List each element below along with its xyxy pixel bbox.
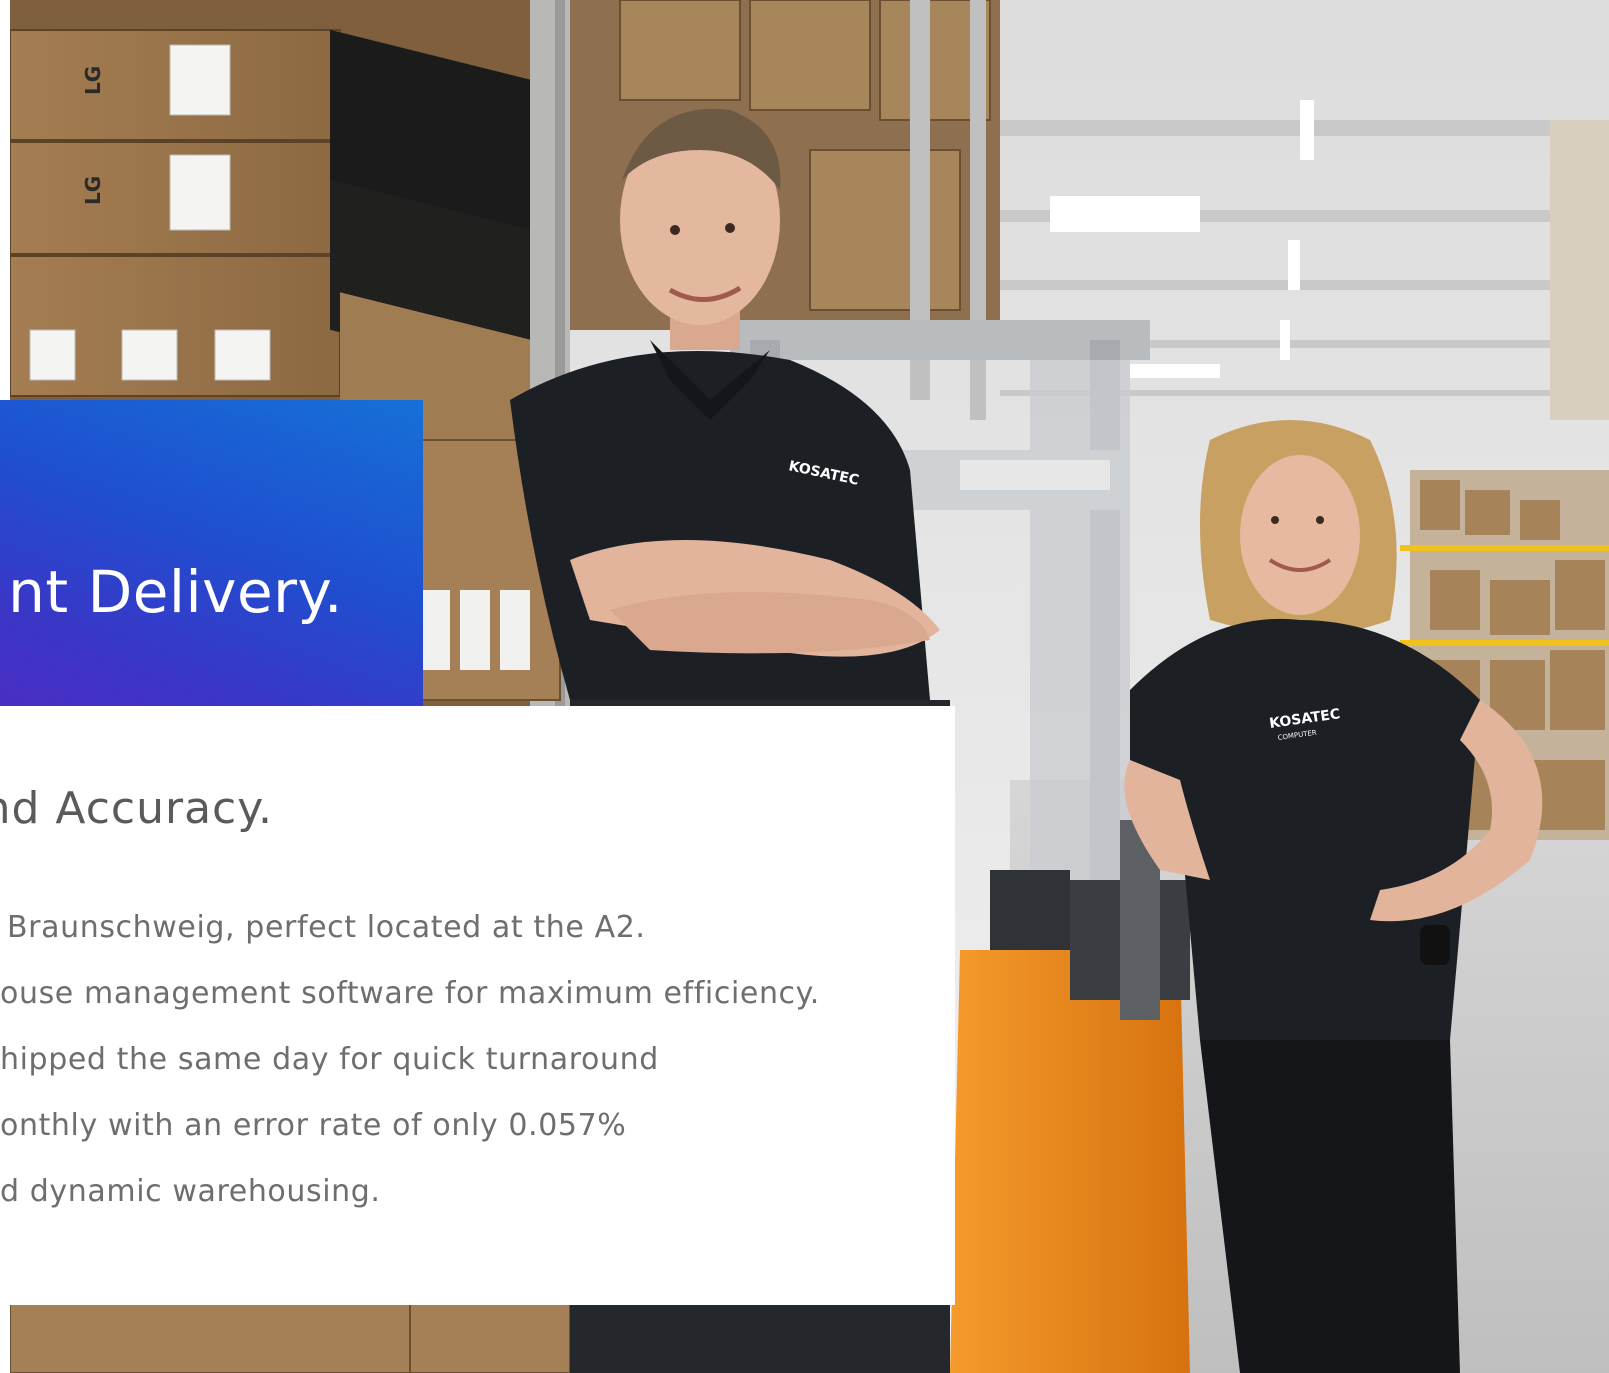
bullet-item: Braunschweig, perfect located at the A2.	[7, 910, 646, 945]
bullet-list: Braunschweig, perfect located at the A2.…	[0, 706, 955, 1305]
slide-canvas: LG LG KOSATEC KOSATEC COMPUTER nt Delive…	[0, 0, 1609, 1373]
box-brand-text: LG	[81, 66, 105, 95]
box-brand-text: LG	[81, 176, 105, 205]
bullet-item: d dynamic warehousing.	[0, 1174, 381, 1209]
content-card: nd Accuracy. Braunschweig, perfect locat…	[0, 706, 955, 1305]
bullet-item: ouse management software for maximum eff…	[0, 976, 820, 1011]
headline-panel: nt Delivery.	[0, 400, 423, 706]
bullet-item: onthly with an error rate of only 0.057%	[0, 1108, 627, 1143]
bullet-item: hipped the same day for quick turnaround	[0, 1042, 659, 1077]
headline: nt Delivery.	[8, 558, 343, 626]
